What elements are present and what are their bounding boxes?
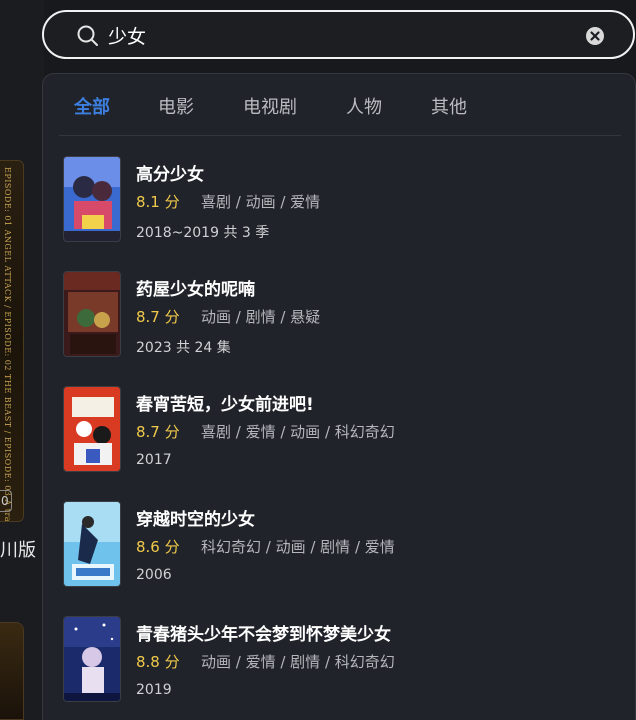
tab-other[interactable]: 其他	[431, 93, 467, 119]
background-badge: 0	[0, 490, 12, 512]
tab-all[interactable]: 全部	[74, 93, 110, 119]
result-title[interactable]: 青春猪头少年不会梦到怀梦美少女	[136, 620, 391, 645]
result-item[interactable]: 药屋少女的呢喃 8.7 分 动画 / 剧情 / 悬疑 2023 共 24 集	[63, 271, 603, 361]
result-poster[interactable]	[63, 386, 121, 472]
result-title[interactable]: 穿越时空的少女	[136, 505, 255, 530]
result-poster[interactable]	[63, 156, 121, 242]
result-meta: 2023 共 24 集	[136, 340, 231, 356]
result-title[interactable]: 高分少女	[136, 160, 204, 185]
background-poster-2[interactable]	[0, 622, 24, 720]
result-meta: 2019	[136, 682, 172, 698]
result-score: 8.6 分	[136, 538, 180, 556]
result-item[interactable]: 春宵苦短，少女前进吧! 8.7 分 喜剧 / 爱情 / 动画 / 科幻奇幻 20…	[63, 386, 603, 476]
result-poster[interactable]	[63, 271, 121, 357]
result-score: 8.7 分	[136, 308, 180, 326]
background-page: EPISODE: 01 ANGEL ATTACK / EPISODE: 02 T…	[0, 0, 44, 720]
result-score: 8.1 分	[136, 193, 180, 211]
result-poster[interactable]	[63, 616, 121, 702]
search-bar[interactable]	[42, 10, 635, 59]
result-genres: 动画 / 剧情 / 悬疑	[201, 308, 321, 326]
background-label: 川版	[0, 540, 36, 561]
tab-movies[interactable]: 电影	[158, 93, 194, 119]
result-genres: 动画 / 爱情 / 剧情 / 科幻奇幻	[201, 653, 395, 671]
clear-search-icon[interactable]	[585, 26, 605, 46]
category-tabs: 全部 电影 电视剧 人物 其他	[59, 74, 621, 136]
result-meta: 2018~2019 共 3 季	[136, 225, 270, 241]
tab-people[interactable]: 人物	[346, 93, 382, 119]
result-item[interactable]: 穿越时空的少女 8.6 分 科幻奇幻 / 动画 / 剧情 / 爱情 2006	[63, 501, 603, 591]
result-meta: 2017	[136, 452, 172, 468]
search-input[interactable]	[108, 21, 568, 49]
search-results-panel: 全部 电影 电视剧 人物 其他 高分少女 8.1 分 喜剧 / 动画 / 爱情	[42, 73, 636, 720]
result-meta: 2006	[136, 567, 172, 583]
result-title[interactable]: 春宵苦短，少女前进吧!	[136, 390, 314, 415]
background-poster[interactable]: EPISODE: 01 ANGEL ATTACK / EPISODE: 02 T…	[0, 160, 24, 522]
result-title[interactable]: 药屋少女的呢喃	[136, 275, 255, 300]
result-genres: 喜剧 / 动画 / 爱情	[201, 193, 321, 211]
result-poster[interactable]	[63, 501, 121, 587]
result-genres: 科幻奇幻 / 动画 / 剧情 / 爱情	[201, 538, 395, 556]
search-icon	[77, 25, 98, 46]
result-item[interactable]: 青春猪头少年不会梦到怀梦美少女 8.8 分 动画 / 爱情 / 剧情 / 科幻奇…	[63, 616, 603, 706]
result-item[interactable]: 高分少女 8.1 分 喜剧 / 动画 / 爱情 2018~2019 共 3 季	[63, 156, 603, 246]
result-score: 8.7 分	[136, 423, 180, 441]
tab-tv-series[interactable]: 电视剧	[243, 93, 297, 119]
background-poster-text: EPISODE: 01 ANGEL ATTACK / EPISODE: 02 T…	[3, 167, 12, 522]
result-score: 8.8 分	[136, 653, 180, 671]
result-genres: 喜剧 / 爱情 / 动画 / 科幻奇幻	[201, 423, 395, 441]
